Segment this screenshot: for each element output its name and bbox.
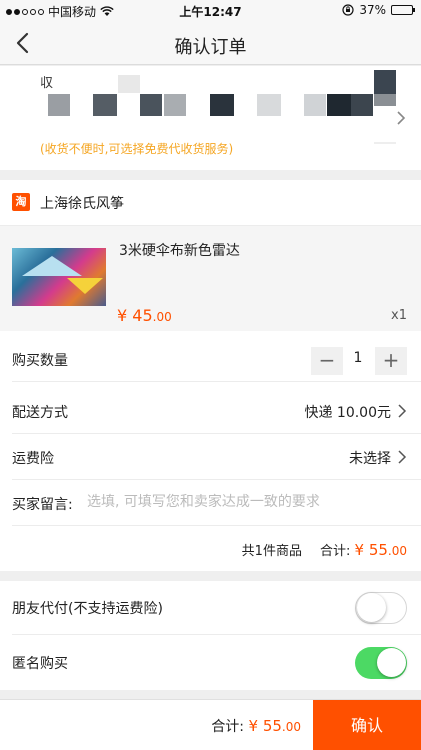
- nav-bar: 确认订单: [0, 22, 421, 65]
- taobao-store-icon: 淘: [12, 193, 30, 211]
- product-price: ¥ 45.00: [117, 306, 172, 325]
- chevron-right-icon: [397, 111, 406, 125]
- confirm-button[interactable]: 确认: [313, 700, 421, 750]
- address-card[interactable]: 収 (收货不便时,可选择免费代收货服务): [0, 66, 421, 170]
- product-quantity: x1: [391, 308, 407, 323]
- insurance-label: 运费险: [12, 451, 54, 467]
- delivery-note: (收货不便时,可选择免费代收货服务): [40, 142, 234, 156]
- footer-bar: 合计: ¥ 55.00 确认: [0, 699, 421, 750]
- message-label: 买家留言:: [12, 497, 73, 513]
- item-count: 共1件商品: [241, 544, 302, 559]
- message-row: 买家留言:: [12, 480, 421, 526]
- footer-total: 合计: ¥ 55.00: [211, 717, 301, 735]
- store-name: 上海徐氏风筝: [40, 196, 124, 212]
- quantity-minus-button[interactable]: −: [311, 347, 343, 375]
- anonymous-row: 匿名购买: [12, 636, 421, 690]
- anonymous-label: 匿名购买: [12, 656, 68, 672]
- chevron-right-icon: [398, 450, 407, 464]
- friend-pay-toggle[interactable]: [355, 592, 407, 624]
- product-item[interactable]: 3米硬伞布新色雷达 ¥ 45.00 x1: [0, 226, 421, 331]
- status-bar: 中国移动 上午12:47 37%: [0, 0, 421, 22]
- product-title: 3米硬伞布新色雷达: [119, 243, 240, 259]
- battery-percent: 37%: [359, 3, 386, 17]
- delivery-row[interactable]: 配送方式 快递 10.00元: [12, 388, 421, 434]
- page-title: 确认订单: [174, 37, 247, 58]
- order-options: 朋友代付(不支持运费险) 匿名购买: [0, 581, 421, 690]
- insurance-value: 未选择: [349, 451, 391, 467]
- delivery-label: 配送方式: [12, 405, 68, 421]
- delivery-value: 快递 10.00元: [304, 405, 391, 421]
- status-right: 37%: [342, 3, 415, 17]
- rotation-lock-icon: [342, 4, 354, 16]
- chevron-right-icon: [398, 404, 407, 418]
- friend-pay-label: 朋友代付(不支持运费险): [12, 601, 163, 617]
- store-row[interactable]: 淘 上海徐氏风筝: [0, 180, 421, 226]
- order-details: 购买数量 − 1 + 配送方式 快递 10.00元 运费险 未选择 买家留言: …: [0, 331, 421, 571]
- quantity-plus-button[interactable]: +: [375, 347, 407, 375]
- order-summary: 共1件商品 合计: ¥ 55.00: [242, 540, 407, 559]
- friend-pay-row: 朋友代付(不支持运费险): [12, 581, 421, 635]
- battery-icon: [391, 5, 415, 15]
- quantity-label: 购买数量: [12, 353, 68, 369]
- subtotal: 合计: ¥ 55.00: [319, 541, 407, 559]
- product-image: [12, 248, 106, 306]
- quantity-value[interactable]: 1: [345, 350, 371, 366]
- buyer-message-input[interactable]: [87, 490, 407, 514]
- insurance-row[interactable]: 运费险 未选择: [12, 434, 421, 480]
- quantity-row: 购买数量 − 1 +: [12, 336, 421, 382]
- anonymous-toggle[interactable]: [355, 647, 407, 679]
